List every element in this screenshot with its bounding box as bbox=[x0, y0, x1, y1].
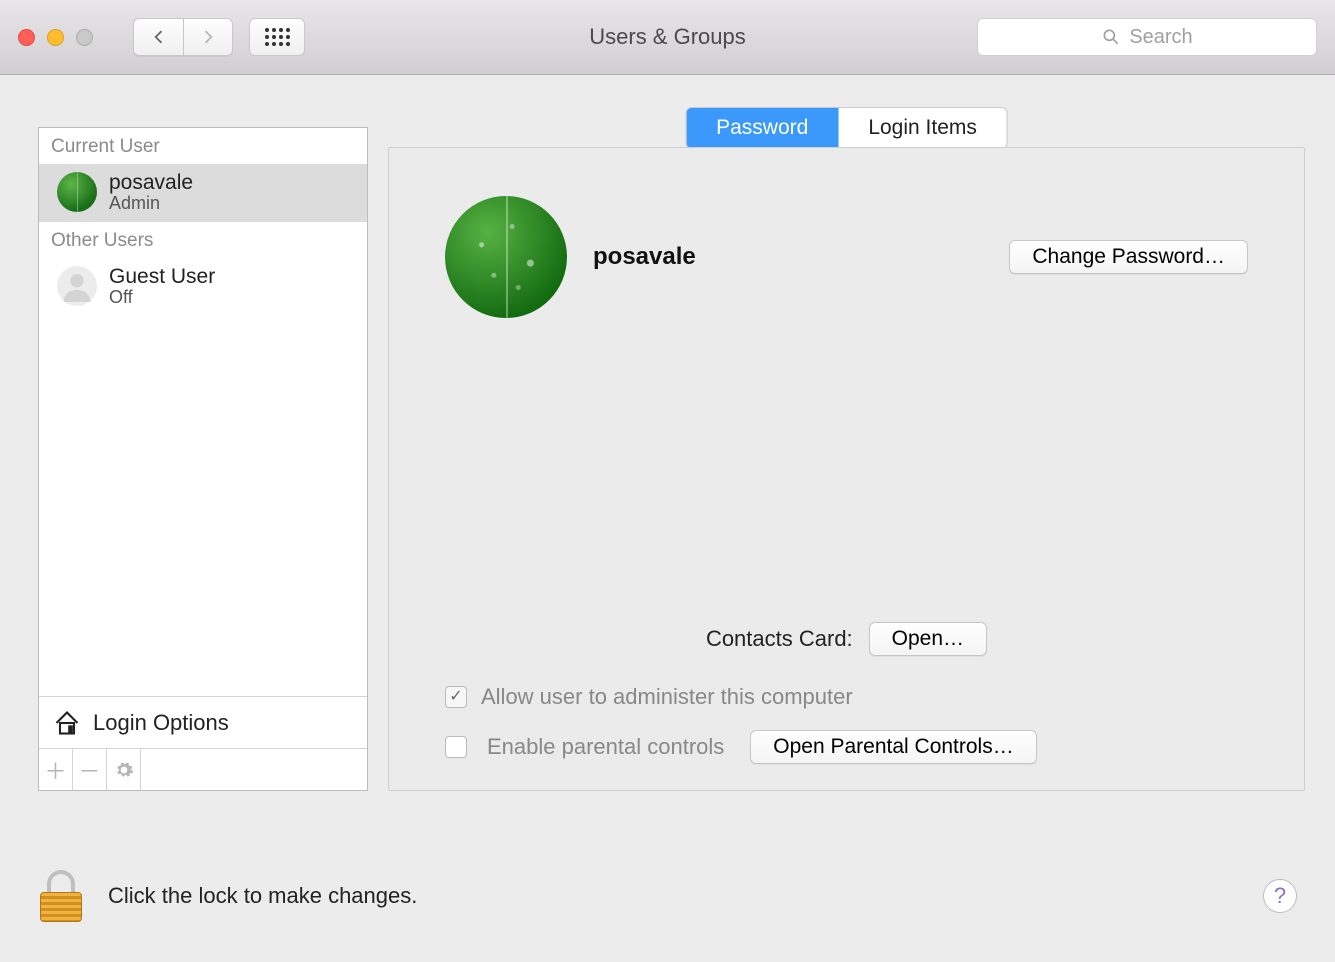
gear-icon bbox=[114, 760, 134, 780]
user-sidebar: Current User posavale Admin Other Users … bbox=[38, 127, 368, 791]
show-all-button[interactable] bbox=[249, 18, 305, 56]
zoom-window-button bbox=[76, 29, 93, 46]
remove-user-button[interactable]: － bbox=[73, 749, 107, 790]
tab-login-items[interactable]: Login Items bbox=[838, 108, 1007, 148]
guest-avatar-icon bbox=[57, 266, 97, 306]
forward-button[interactable] bbox=[183, 18, 233, 56]
nav-segment bbox=[133, 18, 233, 56]
footer: Click the lock to make changes. ? bbox=[38, 870, 1297, 922]
house-icon bbox=[53, 709, 81, 737]
sidebar-item-current-user[interactable]: posavale Admin bbox=[39, 164, 367, 222]
login-options-button[interactable]: Login Options bbox=[39, 696, 367, 748]
user-role: Off bbox=[109, 288, 215, 308]
close-window-button[interactable] bbox=[18, 29, 35, 46]
window-controls bbox=[18, 29, 93, 46]
main-panel: Password Login Items posavale Change Pas… bbox=[388, 127, 1305, 791]
user-name: Guest User bbox=[109, 265, 215, 288]
parental-controls-checkbox[interactable] bbox=[445, 736, 467, 758]
sidebar-action-buttons: ＋ － bbox=[39, 748, 367, 790]
profile-avatar[interactable] bbox=[445, 196, 567, 318]
profile-name: posavale bbox=[593, 243, 696, 271]
lock-button[interactable] bbox=[38, 870, 84, 922]
contacts-card-label: Contacts Card: bbox=[706, 626, 853, 652]
search-placeholder: Search bbox=[1129, 26, 1192, 49]
admin-checkbox[interactable] bbox=[445, 686, 467, 708]
parental-controls-label: Enable parental controls bbox=[487, 734, 724, 760]
open-parental-controls-button[interactable]: Open Parental Controls… bbox=[750, 730, 1036, 764]
back-button[interactable] bbox=[133, 18, 183, 56]
login-options-label: Login Options bbox=[93, 710, 229, 736]
search-icon bbox=[1101, 27, 1121, 47]
search-input[interactable]: Search bbox=[977, 18, 1317, 56]
grid-icon bbox=[265, 28, 290, 46]
user-actions-button[interactable] bbox=[107, 749, 141, 790]
titlebar: Users & Groups Search bbox=[0, 0, 1335, 75]
lock-hint-text: Click the lock to make changes. bbox=[108, 883, 417, 909]
help-button[interactable]: ? bbox=[1263, 879, 1297, 913]
add-user-button[interactable]: ＋ bbox=[39, 749, 73, 790]
user-name: posavale bbox=[109, 171, 193, 194]
tab-bar: Password Login Items bbox=[685, 107, 1008, 149]
change-password-button[interactable]: Change Password… bbox=[1009, 240, 1248, 274]
current-user-section-label: Current User bbox=[39, 128, 367, 164]
open-contacts-button[interactable]: Open… bbox=[869, 622, 987, 656]
sidebar-item-guest-user[interactable]: Guest User Off bbox=[39, 258, 367, 316]
admin-checkbox-label: Allow user to administer this computer bbox=[481, 684, 853, 710]
user-role: Admin bbox=[109, 194, 193, 214]
minimize-window-button[interactable] bbox=[47, 29, 64, 46]
other-users-section-label: Other Users bbox=[39, 222, 367, 258]
tab-password[interactable]: Password bbox=[686, 108, 838, 148]
user-avatar-icon bbox=[57, 172, 97, 212]
